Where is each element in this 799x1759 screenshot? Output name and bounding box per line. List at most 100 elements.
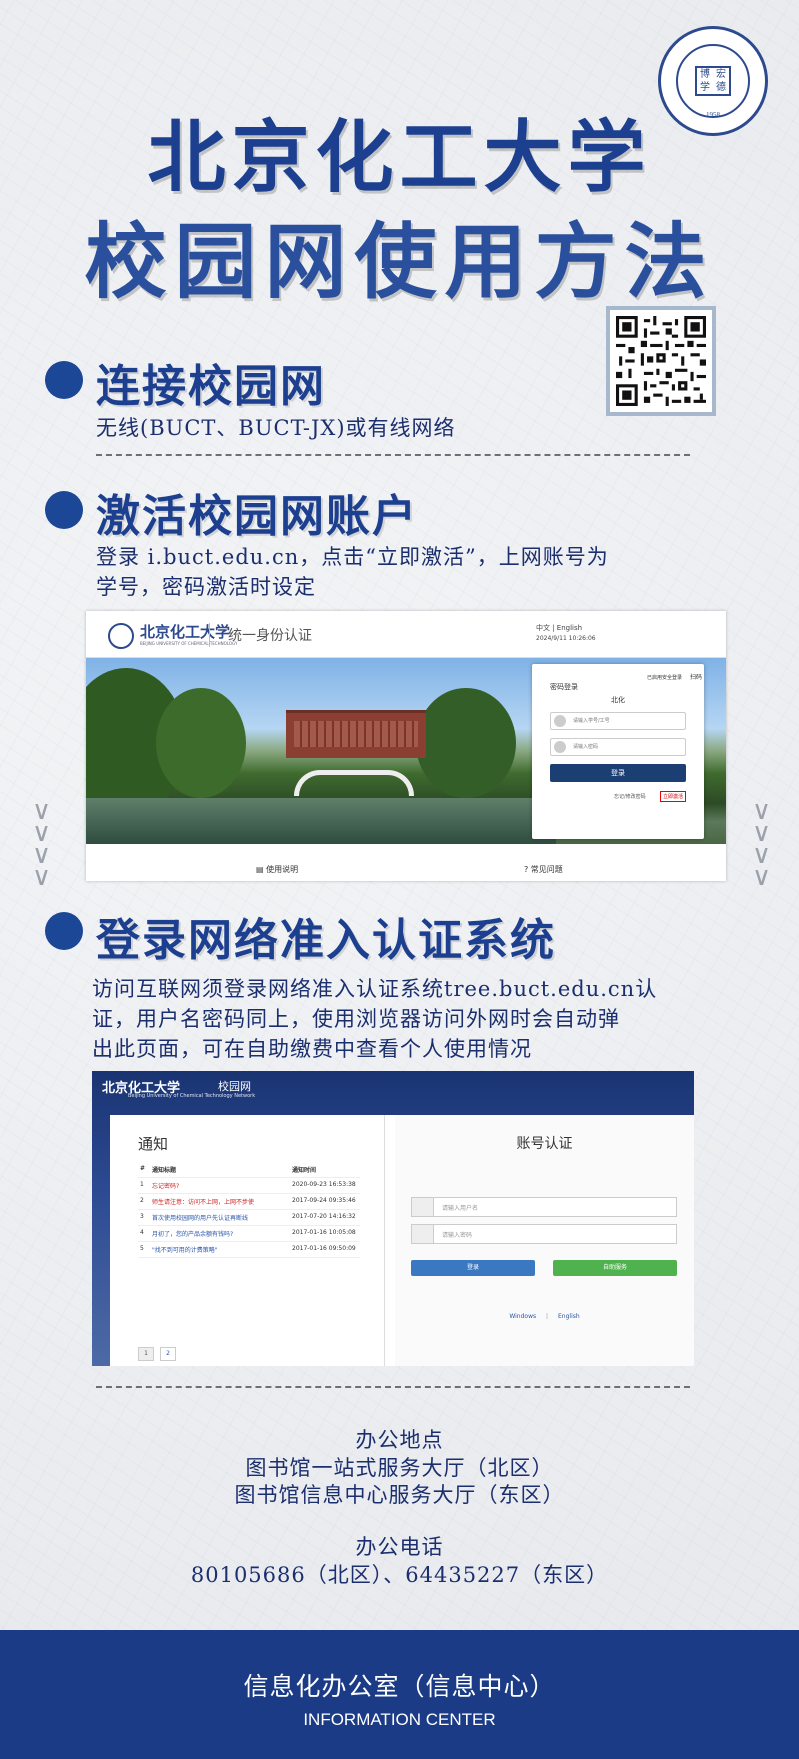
section-text-activate: 学号，密码激活时设定 <box>96 575 316 599</box>
row-num: 2 <box>138 1193 150 1210</box>
row-title[interactable]: "找不到可用的计费策略" <box>150 1241 290 1258</box>
auth-footer: ▤ 使用说明 ? 常见问题 <box>86 844 726 881</box>
row-title[interactable]: 忘记密码? <box>150 1177 290 1194</box>
username-input[interactable]: 请输入用户名 <box>411 1197 677 1217</box>
login-button[interactable]: 登录 <box>550 764 686 782</box>
username-placeholder: 请输入用户名 <box>442 1205 479 1212</box>
office-location-label: 办公地点 <box>355 1428 444 1452</box>
network-auth-screenshot: 北京化工大学 校园网 Beijing University of Chemica… <box>92 1071 694 1366</box>
row-title[interactable]: 首次使用校园网的用户先认证再断线 <box>150 1209 290 1226</box>
seal-char: 德 <box>716 82 726 93</box>
client-links: Windows | English <box>509 1313 580 1320</box>
login-panel: 密码登录 已启用安全登录 扫码 北化 请输入学号/工号 请输入密码 登录 忘记/… <box>532 664 704 839</box>
network-auth-card: 通知 # 通知标题 通知时间 1 忘记密码? 2020-09-23 16:53:… <box>110 1115 694 1366</box>
section-text-connect: 无线(BUCT、BUCT-JX)或有线网络 <box>96 416 456 440</box>
page-1-button[interactable]: 1 <box>138 1347 154 1361</box>
section-title-activate: 激活校园网账户 <box>96 491 418 542</box>
faq-link[interactable]: ? 常见问题 <box>524 864 563 875</box>
password-input[interactable]: 请输入密码 <box>411 1224 677 1244</box>
faq-link-label: 常见问题 <box>530 865 563 874</box>
auth-title: 统一身份认证 <box>228 628 312 644</box>
campus-bridge <box>294 770 414 796</box>
footer-cn: 信息化办公室（信息中心） <box>243 1672 556 1701</box>
chevron-down-icon: ∨ ∨ ∨ ∨ <box>752 796 772 892</box>
col-time: 通知时间 <box>290 1162 360 1178</box>
col-num: # <box>138 1162 150 1178</box>
login-tab[interactable]: 密码登录 <box>550 682 578 692</box>
bullet-dot <box>45 912 83 950</box>
divider <box>96 1386 690 1388</box>
self-service-button[interactable]: 自助服务 <box>553 1260 677 1276</box>
auth-brand: 北京化工大学 <box>140 623 231 641</box>
seal-char: 宏 <box>716 69 726 80</box>
user-icon <box>554 715 566 727</box>
section-text-login-system: 访问互联网须登录网络准入认证系统tree.buct.edu.cn认 <box>92 977 658 1001</box>
divider <box>96 454 690 456</box>
office-phones: 80105686（北区）、64435227（东区） <box>190 1563 609 1587</box>
office-phone-label: 办公电话 <box>355 1535 444 1559</box>
section-text-login-system: 证，用户名密码同上，使用浏览器访问外网时会自动弹 <box>92 1007 620 1031</box>
notice-table: # 通知标题 通知时间 1 忘记密码? 2020-09-23 16:53:38 … <box>138 1162 360 1258</box>
username-field[interactable]: 请输入学号/工号 <box>550 712 686 730</box>
row-time: 2017-09-24 09:35:46 <box>290 1193 360 1210</box>
table-row[interactable]: 2 师生请注意：访问不上网，上网不步使 2017-09-24 09:35:46 <box>138 1193 360 1210</box>
qr-code <box>606 306 716 416</box>
qr-login-toggle[interactable]: 扫码 <box>690 672 702 681</box>
table-row[interactable]: 4 月初了，您的产品余额有钱吗? 2017-01-16 10:05:08 <box>138 1225 360 1242</box>
password-placeholder: 请输入密码 <box>573 744 599 750</box>
auth-brand-sub: BEIJING UNIVERSITY OF CHEMICAL TECHNOLOG… <box>140 641 238 646</box>
row-title[interactable]: 月初了，您的产品余额有钱吗? <box>150 1225 290 1242</box>
notice-title: 通知 <box>138 1135 169 1153</box>
section-title-connect: 连接校园网 <box>96 361 326 412</box>
table-row[interactable]: 5 "找不到可用的计费策略" 2017-01-16 09:50:09 <box>138 1241 360 1258</box>
secure-login-badge: 已启用安全登录 <box>646 675 682 681</box>
row-time: 2017-01-16 09:50:09 <box>290 1241 360 1258</box>
notice-panel: 通知 # 通知标题 通知时间 1 忘记密码? 2020-09-23 16:53:… <box>110 1115 385 1366</box>
table-row[interactable]: 1 忘记密码? 2020-09-23 16:53:38 <box>138 1177 360 1194</box>
password-placeholder: 请输入密码 <box>442 1232 473 1239</box>
seal-book-icon: 博 宏 学 德 <box>695 66 731 96</box>
row-time: 2017-07-20 14:16:32 <box>290 1209 360 1226</box>
lock-icon <box>554 741 566 753</box>
row-time: 2017-01-16 10:05:08 <box>290 1225 360 1242</box>
user-icon <box>412 1198 434 1216</box>
seal-char: 博 <box>700 69 710 80</box>
row-num: 5 <box>138 1241 150 1258</box>
windows-link[interactable]: Windows <box>509 1313 536 1320</box>
help-link[interactable]: ▤ 使用说明 <box>256 864 298 875</box>
language-switch[interactable]: 中文 | English <box>536 623 582 633</box>
auth-portal-screenshot: 北京化工大学 BEIJING UNIVERSITY OF CHEMICAL TE… <box>86 611 726 881</box>
password-field[interactable]: 请输入密码 <box>550 738 686 756</box>
login-button[interactable]: 登录 <box>411 1260 535 1276</box>
activate-now-link[interactable]: 立即激活 <box>660 791 687 802</box>
page-title: 北京化工大学 <box>147 113 652 203</box>
seal-char: 学 <box>700 82 710 93</box>
tree <box>156 688 246 798</box>
tree <box>416 688 516 798</box>
col-title: 通知标题 <box>150 1162 290 1178</box>
english-link[interactable]: English <box>558 1313 580 1320</box>
table-row[interactable]: 3 首次使用校园网的用户先认证再断线 2017-07-20 14:16:32 <box>138 1209 360 1226</box>
page-2-button[interactable]: 2 <box>160 1347 176 1361</box>
lock-icon <box>412 1225 434 1243</box>
office-location-1: 图书馆一站式服务大厅（北区） <box>245 1456 554 1480</box>
section-title-login-system: 登录网络准入认证系统 <box>96 915 556 966</box>
bullet-dot <box>45 361 83 399</box>
row-num: 1 <box>138 1177 150 1194</box>
username-placeholder: 请输入学号/工号 <box>573 718 610 724</box>
section-text-login-system: 出此页面，可在自助缴费中查看个人使用情况 <box>92 1037 532 1061</box>
forgot-password-link[interactable]: 忘记/修改密码 <box>614 793 646 800</box>
account-panel: 账号认证 请输入用户名 请输入密码 登录 自助服务 Windows | Engl… <box>395 1115 694 1366</box>
office-location-2: 图书馆信息中心服务大厅（东区） <box>234 1483 565 1507</box>
row-title[interactable]: 师生请注意：访问不上网，上网不步使 <box>150 1193 290 1210</box>
network-brand-2: 校园网 <box>218 1080 251 1093</box>
row-time: 2020-09-23 16:53:38 <box>290 1177 360 1194</box>
row-num: 4 <box>138 1225 150 1242</box>
network-brand-sub: Beijing University of Chemical Technolog… <box>128 1093 256 1099</box>
campus-photo: 密码登录 已启用安全登录 扫码 北化 请输入学号/工号 请输入密码 登录 忘记/… <box>86 658 726 844</box>
university-logo-icon <box>108 623 134 649</box>
auth-header: 北京化工大学 BEIJING UNIVERSITY OF CHEMICAL TE… <box>86 611 726 658</box>
table-header: # 通知标题 通知时间 <box>138 1162 360 1178</box>
campus-lake <box>86 798 556 844</box>
login-org: 北化 <box>611 696 625 704</box>
